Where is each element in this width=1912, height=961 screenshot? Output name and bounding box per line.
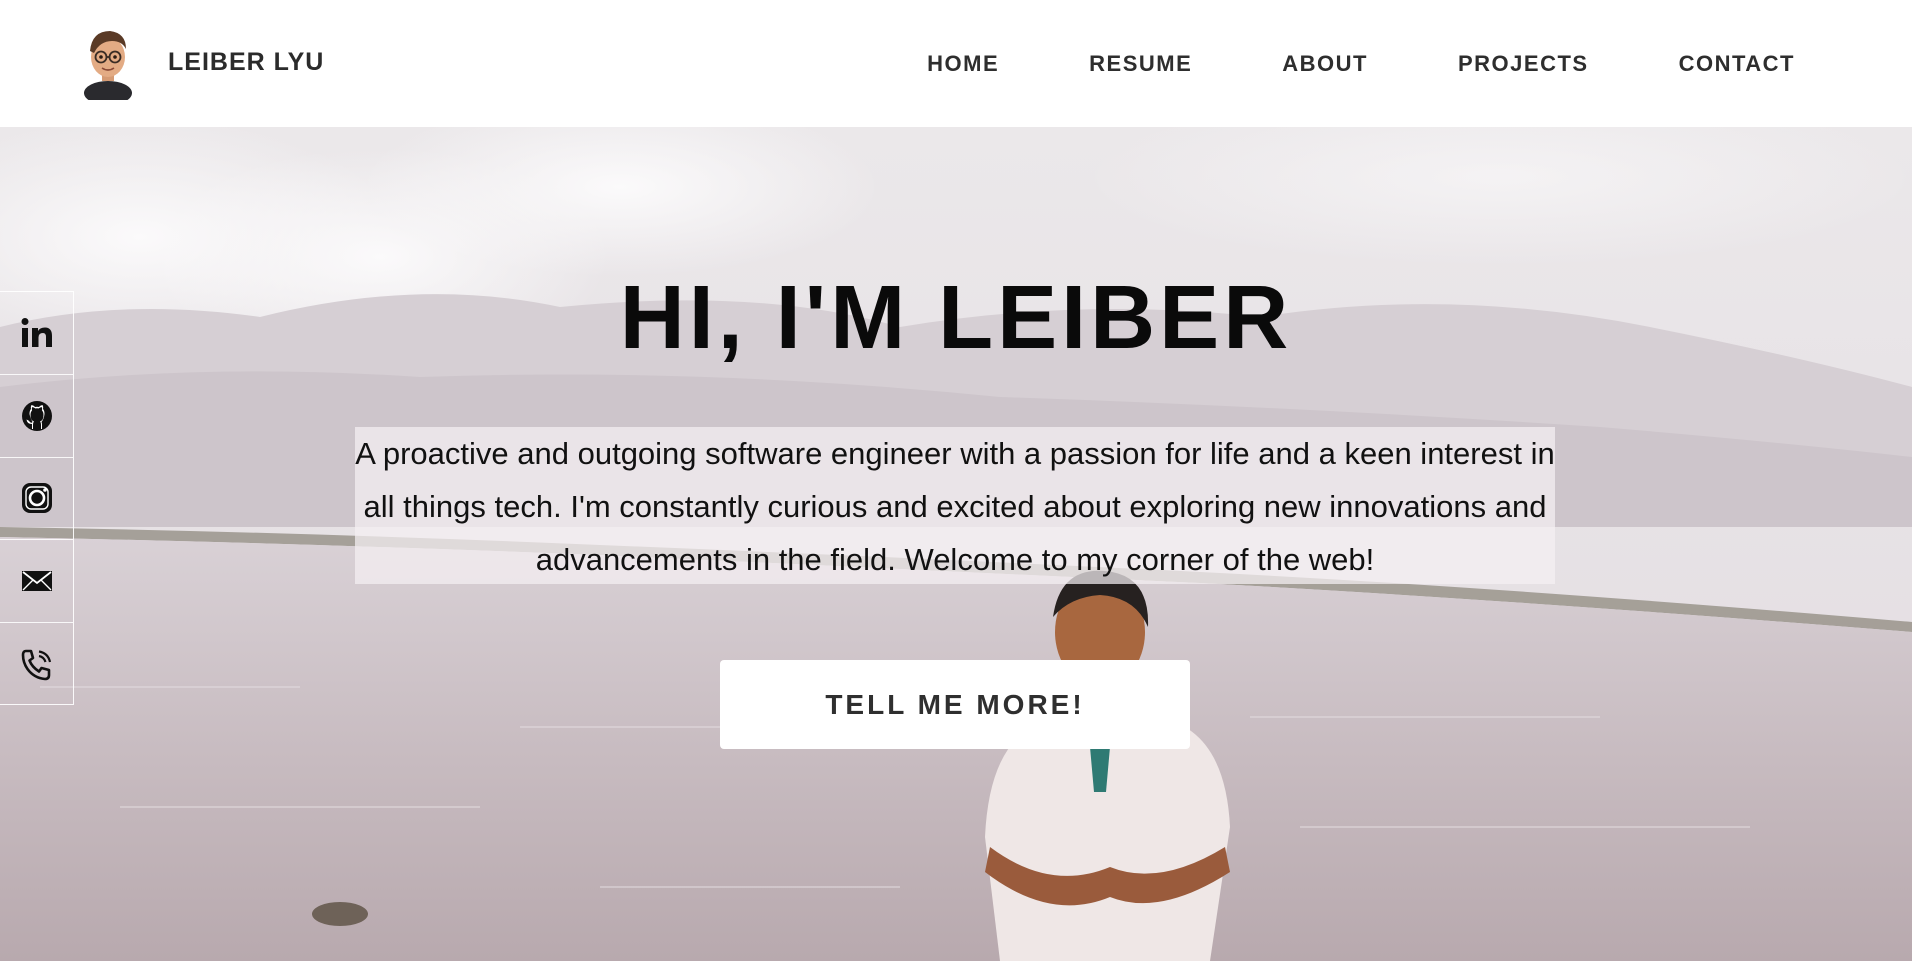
social-linkedin[interactable] <box>0 292 73 375</box>
nav-projects[interactable]: PROJECTS <box>1458 51 1589 77</box>
social-instagram[interactable] <box>0 458 73 541</box>
nav-contact[interactable]: CONTACT <box>1679 51 1795 77</box>
main-nav: HOME RESUME ABOUT PROJECTS CONTACT <box>837 0 1795 127</box>
social-phone[interactable] <box>0 623 73 706</box>
avatar <box>84 31 132 100</box>
brand-name[interactable]: LEIBER LYU <box>168 48 324 77</box>
nav-home[interactable]: HOME <box>927 51 999 77</box>
instagram-icon <box>21 483 52 514</box>
site-header: LEIBER LYU HOME RESUME ABOUT PROJECTS CO… <box>0 0 1912 127</box>
hero-section: HI, I'M LEIBER A proactive and outgoing … <box>0 127 1912 961</box>
social-sidebar <box>0 291 74 705</box>
github-icon <box>21 400 52 431</box>
social-email[interactable] <box>0 540 73 624</box>
tell-me-more-button[interactable]: TELL ME MORE! <box>720 660 1190 749</box>
nav-resume[interactable]: RESUME <box>1089 51 1192 77</box>
social-github[interactable] <box>0 375 73 458</box>
email-icon <box>21 571 52 592</box>
phone-icon <box>21 649 51 680</box>
linkedin-icon <box>21 317 52 347</box>
brand[interactable]: LEIBER LYU <box>78 25 324 100</box>
hero-title: HI, I'M LEIBER <box>619 268 1293 368</box>
hero-description: A proactive and outgoing software engine… <box>355 427 1555 584</box>
nav-about[interactable]: ABOUT <box>1282 51 1368 77</box>
